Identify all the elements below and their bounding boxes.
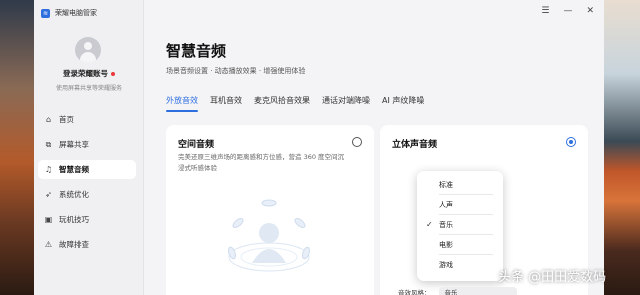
sidebar-item-screen-share[interactable]: ⧉ 屏幕共享 [38,135,136,154]
sidebar-item-smart-audio[interactable]: ♫ 智慧音频 [38,160,136,179]
option-label: 游戏 [439,261,453,269]
dropdown-option-selected[interactable]: ✓ 音乐 [417,215,503,235]
page-subtitle: 场景音频设置 · 动态播放效果 · 增强使用体验 [166,67,306,75]
spatial-audio-illustration [228,199,310,272]
stereo-audio-title: 立体声音频 [392,140,438,150]
page-title: 智慧音频 [166,42,227,60]
sidebar-item-label: 玩机技巧 [59,215,89,224]
tab-headphone-effects[interactable]: 耳机音效 [210,95,242,110]
tab-mic-pickup[interactable]: 麦克风拾音效果 [254,95,310,110]
rocket-icon: ➶ [45,190,52,199]
app-logo-icon: ≋ [41,8,50,18]
watermark: 头条 @田田爱数码 [498,270,607,285]
sidebar-item-home[interactable]: ⌂ 首页 [38,110,136,129]
home-icon: ⌂ [45,115,52,124]
troubleshoot-icon: ⚠ [44,240,53,249]
sidebar-nav: ⌂ 首页 ⧉ 屏幕共享 ♫ 智慧音频 ➶ 系统优化 ▣ 玩机技巧 ⚠ 故障排查 [38,110,136,260]
desktop-wallpaper-left [0,0,34,295]
dropdown-option[interactable]: 标准 [417,175,503,195]
option-label: 电影 [439,241,453,249]
screen-share-icon: ⧉ [45,140,52,149]
sidebar-item-label: 智慧音频 [59,165,89,174]
dropdown-option[interactable]: 游戏 [417,255,503,275]
tips-icon: ▣ [44,215,53,224]
desktop-wallpaper-right [604,0,640,295]
sound-style-select[interactable]: 音乐 [438,287,517,295]
minimize-icon[interactable]: — [563,6,572,16]
spatial-audio-title: 空间音频 [178,140,215,150]
spatial-audio-desc: 完美还原三维声场的距离感和方位感，营造 360 度空间沉浸式听感体验 [178,153,345,172]
main-content: ☰ — ✕ 智慧音频 场景音频设置 · 动态播放效果 · 增强使用体验 外放音效… [144,0,604,295]
tab-speaker-effects[interactable]: 外放音效 [166,95,198,112]
app-title: 荣耀电脑管家 [55,9,97,17]
sidebar-item-label: 屏幕共享 [59,140,89,149]
notification-dot [111,72,115,76]
login-label: 登录荣耀账号 [63,69,108,78]
stereo-audio-radio[interactable] [566,137,576,147]
login-subtitle: 使用屏幕共享等荣耀服务 [55,85,122,92]
spatial-audio-radio[interactable] [352,137,362,147]
app-window: ≋ 荣耀电脑管家 登录荣耀账号 使用屏幕共享等荣耀服务 ⌂ 首页 ⧉ 屏幕共享 … [34,0,604,295]
sidebar-item-label: 故障排查 [59,240,89,249]
login-link[interactable]: 登录荣耀账号 [34,68,144,79]
avatar-body [80,52,96,63]
headphones-icon: ♫ [44,165,53,174]
dropdown-option[interactable]: 人声 [417,195,503,215]
sound-style-label: 音效风格： [398,289,431,295]
dropdown-option[interactable]: 电影 [417,235,503,255]
option-label: 音乐 [439,221,453,229]
option-label: 标准 [439,181,453,189]
option-label: 人声 [439,201,453,209]
tab-bar: 外放音效 耳机音效 麦克风拾音效果 通话对端降噪 AI 声纹降噪 [166,95,424,112]
avatar[interactable] [75,37,101,63]
tab-ai-voiceprint-denoise[interactable]: AI 声纹降噪 [382,95,424,110]
app-title-bar: ≋ 荣耀电脑管家 [41,8,97,18]
sound-style-row: 音效风格： 音乐 [398,287,517,295]
menu-icon[interactable]: ☰ [541,6,549,16]
tab-call-denoise[interactable]: 通话对端降噪 [322,95,370,110]
avatar-head [84,42,92,50]
close-icon[interactable]: ✕ [586,6,594,16]
checkmark-icon: ✓ [426,220,433,229]
sidebar-item-label: 系统优化 [59,190,89,199]
sidebar-item-system-optimize[interactable]: ➶ 系统优化 [38,185,136,204]
sound-style-dropdown: 标准 人声 ✓ 音乐 电影 游戏 [417,171,503,281]
window-controls: ☰ — ✕ [541,6,594,16]
sidebar-item-label: 首页 [59,115,74,124]
sidebar: ≋ 荣耀电脑管家 登录荣耀账号 使用屏幕共享等荣耀服务 ⌂ 首页 ⧉ 屏幕共享 … [34,0,144,295]
sidebar-item-troubleshoot[interactable]: ⚠ 故障排查 [38,235,136,254]
spatial-audio-card[interactable]: 空间音频 完美还原三维声场的距离感和方位感，营造 360 度空间沉浸式听感体验 [166,125,374,295]
sidebar-item-tips[interactable]: ▣ 玩机技巧 [38,210,136,229]
